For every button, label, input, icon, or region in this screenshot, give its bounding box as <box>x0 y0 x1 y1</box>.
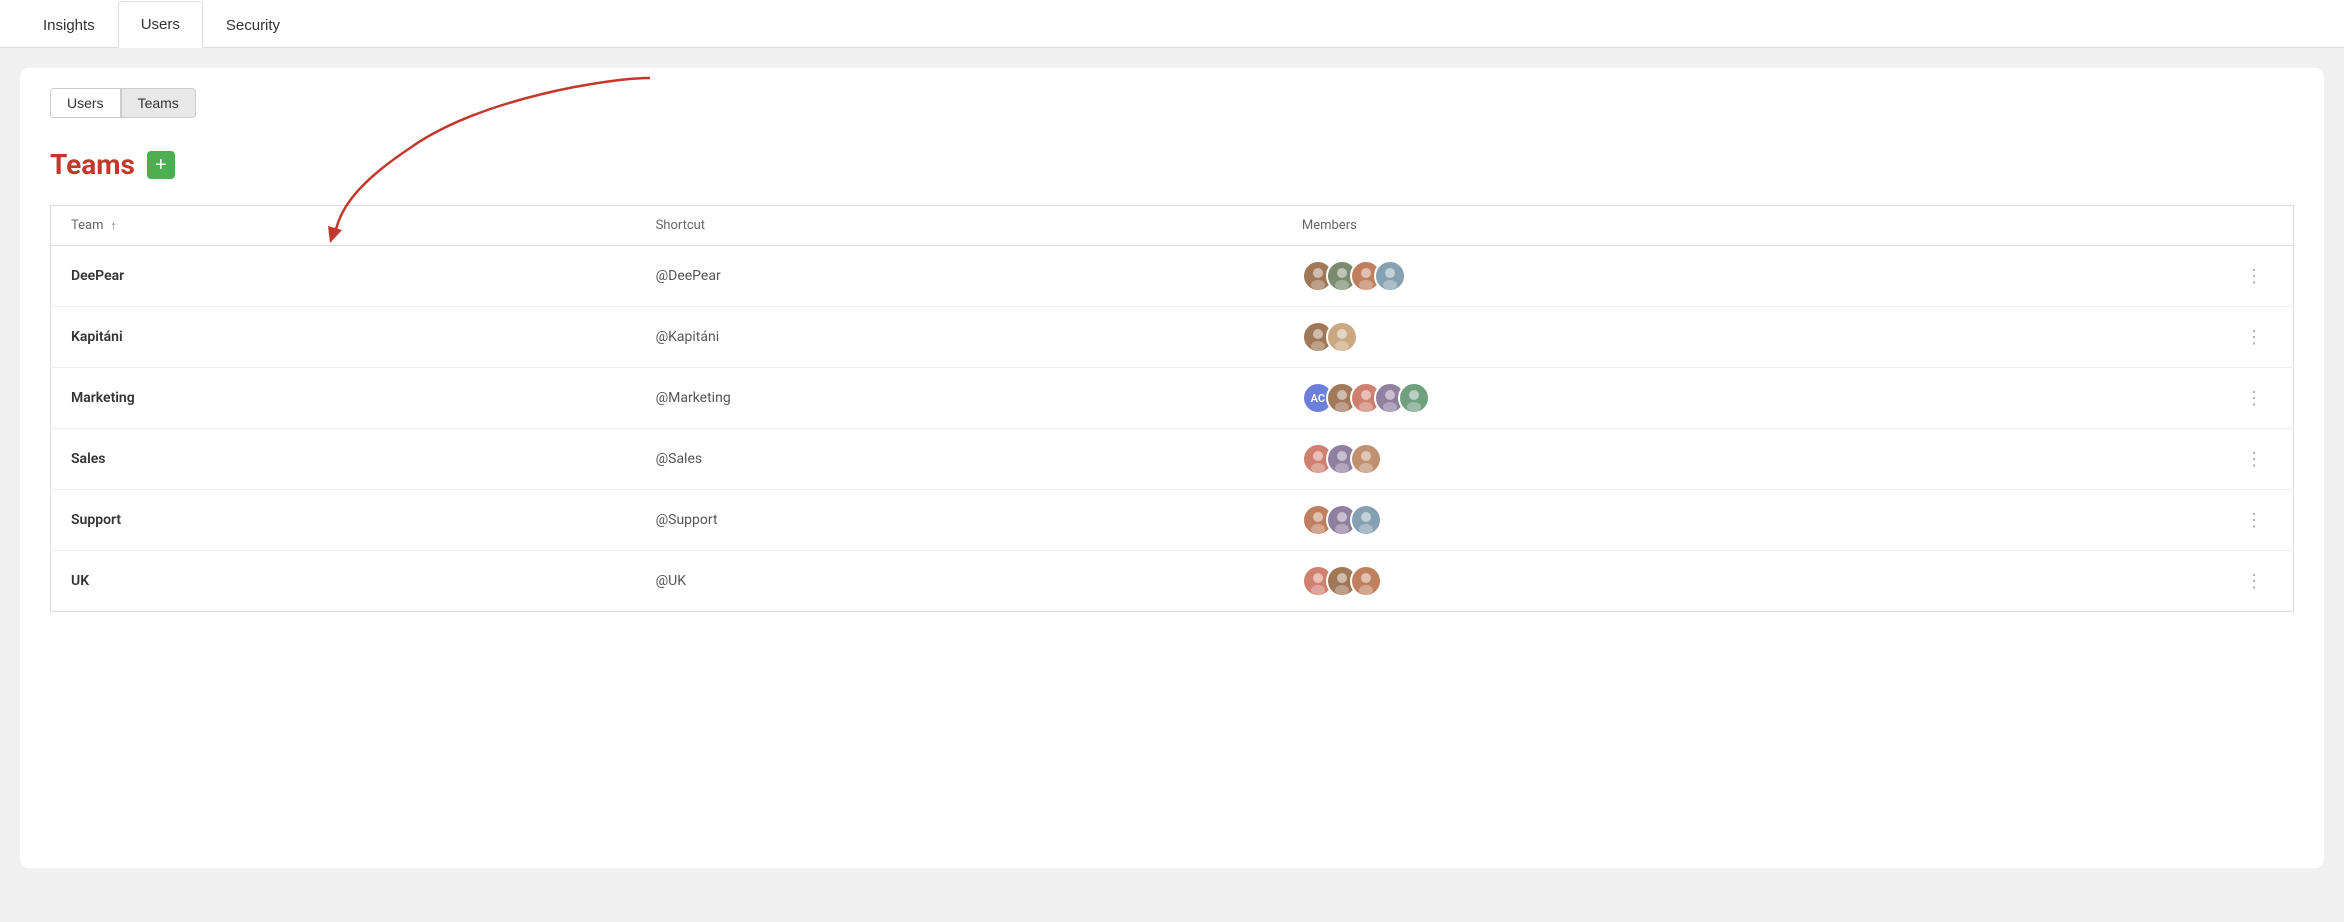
table-row: Support @Support ⋮ <box>51 490 2294 551</box>
members-cell <box>1282 490 2225 551</box>
top-navigation: Insights Users Security <box>0 0 2344 48</box>
table-row: Kapitáni @Kapitáni ⋮ <box>51 307 2294 368</box>
shortcut-value: @Marketing <box>656 390 731 406</box>
row-more-button[interactable]: ⋮ <box>2245 510 2273 531</box>
shortcut-value: @UK <box>656 573 686 589</box>
team-name: Marketing <box>71 390 135 406</box>
row-more-button[interactable]: ⋮ <box>2245 571 2273 592</box>
row-actions-cell: ⋮ <box>2225 307 2294 368</box>
table-header-row: Team ↑ Shortcut Members <box>51 206 2294 246</box>
shortcut-cell: @Support <box>636 490 1282 551</box>
teams-table: Team ↑ Shortcut Members DeePear @DeePear <box>50 205 2294 612</box>
shortcut-cell: @DeePear <box>636 246 1282 307</box>
member-avatar <box>1398 382 1430 414</box>
shortcut-cell: @UK <box>636 551 1282 612</box>
main-content: Users Teams Teams + Team ↑ Shortcut Memb… <box>20 68 2324 868</box>
team-name-cell: Sales <box>51 429 636 490</box>
shortcut-cell: @Sales <box>636 429 1282 490</box>
member-avatar <box>1350 504 1382 536</box>
tab-security[interactable]: Security <box>203 2 303 48</box>
members-cell <box>1282 246 2225 307</box>
subtab-users[interactable]: Users <box>50 88 121 118</box>
member-avatar <box>1350 443 1382 475</box>
row-actions-cell: ⋮ <box>2225 368 2294 429</box>
row-actions-cell: ⋮ <box>2225 490 2294 551</box>
shortcut-value: @Sales <box>656 451 703 467</box>
team-name-cell: UK <box>51 551 636 612</box>
team-name-cell: Support <box>51 490 636 551</box>
member-avatar <box>1350 565 1382 597</box>
column-header-members: Members <box>1282 206 2225 246</box>
members-cell <box>1282 307 2225 368</box>
members-cell: AC <box>1282 368 2225 429</box>
table-row: UK @UK ⋮ <box>51 551 2294 612</box>
shortcut-value: @DeePear <box>656 268 721 284</box>
row-more-button[interactable]: ⋮ <box>2245 449 2273 470</box>
column-header-shortcut: Shortcut <box>636 206 1282 246</box>
row-more-button[interactable]: ⋮ <box>2245 327 2273 348</box>
column-header-team[interactable]: Team ↑ <box>51 206 636 246</box>
teams-title: Teams <box>50 148 135 181</box>
sub-tabs: Users Teams <box>50 88 2294 118</box>
table-row: Sales @Sales ⋮ <box>51 429 2294 490</box>
table-row: Marketing @Marketing AC ⋮ <box>51 368 2294 429</box>
column-header-actions <box>2225 206 2294 246</box>
add-team-button[interactable]: + <box>147 151 175 179</box>
team-name: DeePear <box>71 268 124 284</box>
members-cell <box>1282 429 2225 490</box>
team-name-cell: DeePear <box>51 246 636 307</box>
team-name-cell: Marketing <box>51 368 636 429</box>
members-cell <box>1282 551 2225 612</box>
member-avatar <box>1374 260 1406 292</box>
team-name: Kapitáni <box>71 329 123 345</box>
shortcut-value: @Support <box>656 512 718 528</box>
shortcut-value: @Kapitáni <box>656 329 720 345</box>
table-row: DeePear @DeePear ⋮ <box>51 246 2294 307</box>
row-actions-cell: ⋮ <box>2225 429 2294 490</box>
team-name-cell: Kapitáni <box>51 307 636 368</box>
tab-insights[interactable]: Insights <box>20 2 118 48</box>
teams-header: Teams + <box>50 148 2294 181</box>
subtab-teams[interactable]: Teams <box>121 88 196 118</box>
team-name: UK <box>71 573 89 589</box>
row-more-button[interactable]: ⋮ <box>2245 266 2273 287</box>
sort-arrow-icon: ↑ <box>111 219 117 232</box>
row-more-button[interactable]: ⋮ <box>2245 388 2273 409</box>
member-avatar <box>1326 321 1358 353</box>
shortcut-cell: @Kapitáni <box>636 307 1282 368</box>
team-name: Support <box>71 512 121 528</box>
team-name: Sales <box>71 451 105 467</box>
row-actions-cell: ⋮ <box>2225 246 2294 307</box>
tab-users[interactable]: Users <box>118 1 203 48</box>
row-actions-cell: ⋮ <box>2225 551 2294 612</box>
shortcut-cell: @Marketing <box>636 368 1282 429</box>
